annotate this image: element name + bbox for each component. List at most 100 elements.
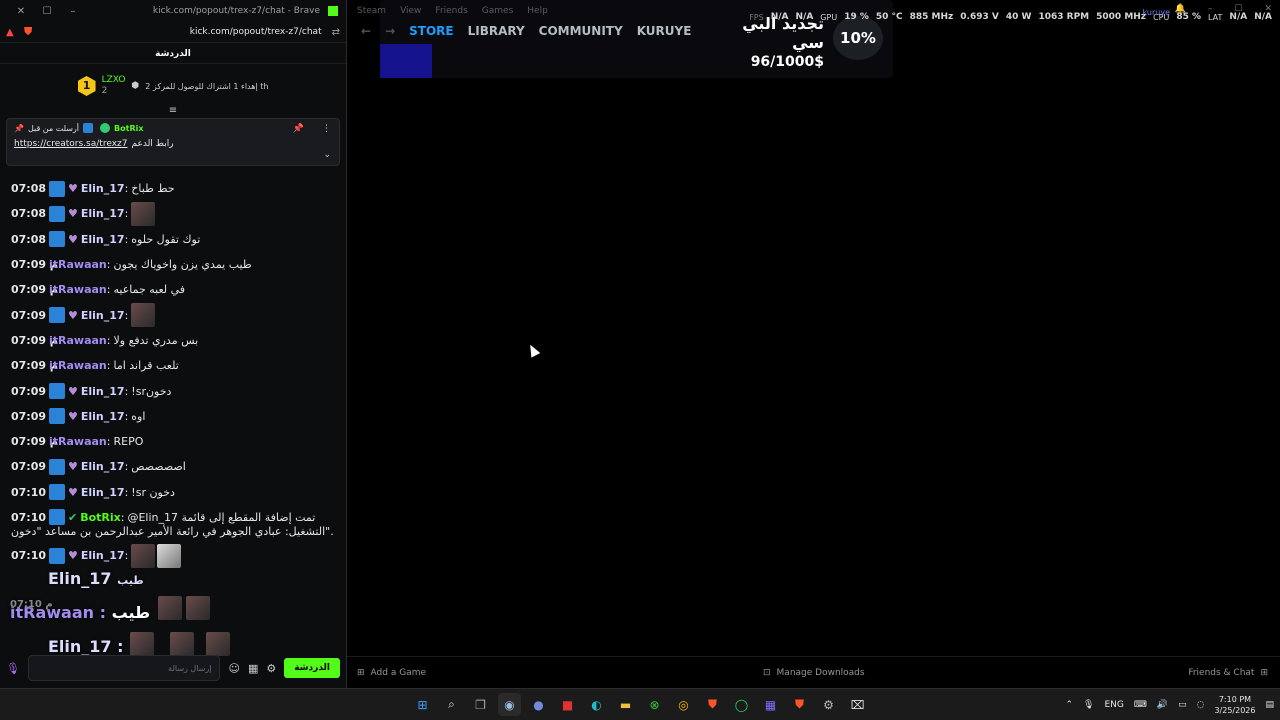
chat-message-list[interactable]: 07:08 م♥Elin_17:حط طباخ07:08 م♥Elin_17:0… xyxy=(0,176,346,626)
collapse-icon[interactable]: ≡ xyxy=(0,104,346,118)
menu-games[interactable]: Games xyxy=(482,6,513,16)
microphone-icon[interactable]: 🎙 xyxy=(1083,700,1094,710)
settings-app-icon[interactable]: ⚙ xyxy=(817,693,840,716)
chrome-icon[interactable]: ◎ xyxy=(672,693,695,716)
chat-message[interactable]: 07:08 م ♥Elin_17:حط طباخ xyxy=(11,176,346,201)
discord-icon[interactable]: ● xyxy=(527,693,550,716)
friends-chat-button[interactable]: Friends & Chat ⊞ xyxy=(1188,668,1268,678)
pinned-bot-name[interactable]: BotRix xyxy=(114,124,143,133)
emote-image[interactable] xyxy=(131,303,156,328)
message-username[interactable]: itRawaan xyxy=(49,283,107,296)
site-settings-icon[interactable]: ⇄ xyxy=(332,27,340,38)
minimize-icon[interactable]: – xyxy=(60,6,86,17)
whatsapp-icon[interactable]: ◯ xyxy=(730,693,753,716)
chat-message[interactable]: 07:08 م ♥Elin_17: xyxy=(11,201,346,226)
pinned-message[interactable]: 📌 أرسلت من قبل BotRix https://creators.s… xyxy=(6,118,340,166)
apps-grid-icon[interactable]: ▦ xyxy=(759,693,782,716)
chat-message[interactable]: 07:10 م ♥Elin_17:!sr دخون xyxy=(11,480,346,505)
capcut-icon[interactable]: ⌧ xyxy=(846,693,869,716)
chat-message[interactable]: 07:09 م itRawaan: تلعب قراند اما xyxy=(11,353,346,378)
chat-message[interactable]: 07:09 م itRawaan: REPO xyxy=(11,429,346,454)
pinned-link[interactable]: https://creators.sa/trexz7 xyxy=(14,139,127,149)
store-icon[interactable]: ▦ xyxy=(248,662,258,675)
leaderboard[interactable]: 1 LZXO 2 ⬢ إهداء 1 اشتراك للوصول للمركز … xyxy=(0,64,346,104)
message-username[interactable]: itRawaan xyxy=(49,334,107,347)
back-arrow-icon[interactable]: ← xyxy=(361,24,371,38)
message-username[interactable]: Elin_17 xyxy=(81,460,125,473)
maximize-icon[interactable]: ☐ xyxy=(34,6,60,17)
emote-image[interactable] xyxy=(157,543,182,568)
chat-message[interactable]: 07:09 م ♥Elin_17:اوه xyxy=(11,404,346,429)
manage-downloads-button[interactable]: ⊡ Manage Downloads xyxy=(763,668,865,678)
message-username[interactable]: Elin_17 xyxy=(81,549,125,562)
menu-view[interactable]: View xyxy=(400,6,421,16)
add-game-button[interactable]: ⊞ Add a Game xyxy=(357,668,426,678)
more-options-icon[interactable]: ⋮ xyxy=(322,124,331,134)
nav-profile[interactable]: KURUYE xyxy=(637,24,692,38)
location-icon[interactable]: ◌ xyxy=(1197,700,1205,710)
emote-image[interactable] xyxy=(131,201,156,226)
brave-window-icon[interactable]: ⛊ xyxy=(788,693,811,716)
gear-icon[interactable]: ⚙ xyxy=(266,662,276,675)
unpin-icon[interactable]: 📌 xyxy=(293,124,304,134)
message-username[interactable]: Elin_17 xyxy=(81,309,125,322)
chevron-down-icon[interactable]: ⌄ xyxy=(323,150,331,160)
message-username[interactable]: BotRix xyxy=(80,511,121,524)
chat-message[interactable]: 07:10 م ✔BotRix:@Elin_17 تمت إضافة المقطع… xyxy=(11,505,346,543)
network-icon[interactable]: ⌨ xyxy=(1134,700,1147,710)
close-icon[interactable]: ✕ xyxy=(8,6,34,17)
notifications-icon[interactable]: ▤ xyxy=(1265,700,1274,710)
chat-message[interactable]: 07:09 م ♥Elin_17:!srدخون xyxy=(11,378,346,403)
volume-icon[interactable]: 🔊 xyxy=(1157,700,1168,710)
chat-message[interactable]: 07:09 م itRawaan: بس مدري تدفع ولا xyxy=(11,328,346,353)
microphone-icon[interactable]: 🎙 xyxy=(6,662,20,675)
system-tray: ⌃ 🎙 ENG ⌨ 🔊 ▭ ◌ 7:10 PM 3/25/2026 ▤ xyxy=(1065,689,1274,720)
message-username[interactable]: Elin_17 xyxy=(81,410,125,423)
video-editor-icon[interactable]: ■ xyxy=(556,693,579,716)
message-username[interactable]: Elin_17 xyxy=(81,182,125,195)
nav-library[interactable]: LIBRARY xyxy=(468,24,525,38)
battery-icon[interactable]: ▭ xyxy=(1178,700,1187,710)
chat-message[interactable]: 07:09 م ♥Elin_17: xyxy=(11,302,346,328)
menu-help[interactable]: Help xyxy=(527,6,548,16)
forward-arrow-icon[interactable]: → xyxy=(385,24,395,38)
file-explorer-icon[interactable]: ▬ xyxy=(614,693,637,716)
steam-icon[interactable]: ◉ xyxy=(498,693,521,716)
chat-send-button[interactable]: الدردشة xyxy=(284,658,340,678)
message-username[interactable]: Elin_17 xyxy=(81,486,125,499)
menu-friends[interactable]: Friends xyxy=(435,6,467,16)
chat-message[interactable]: 07:09 م itRawaan: في لعبه جماعيه xyxy=(11,277,346,302)
clock[interactable]: 7:10 PM 3/25/2026 xyxy=(1214,694,1255,716)
chevron-up-icon[interactable]: ⌃ xyxy=(1065,700,1073,710)
language-indicator[interactable]: ENG xyxy=(1104,700,1123,710)
window-title: kick.com/popout/trex-z7/chat - Brave xyxy=(152,6,320,16)
brave-shield-icon[interactable]: ⛊ xyxy=(24,25,40,39)
emote-image[interactable] xyxy=(131,543,156,568)
message-username[interactable]: Elin_17 xyxy=(81,233,125,246)
message-username[interactable]: itRawaan xyxy=(49,359,107,372)
task-view-icon[interactable]: ❐ xyxy=(469,693,492,716)
xbox-icon[interactable]: ⊗ xyxy=(643,693,666,716)
nav-store[interactable]: STORE xyxy=(409,24,453,38)
subscriber-badge-icon xyxy=(49,307,65,324)
message-username[interactable]: Elin_17 xyxy=(81,207,125,220)
start-icon[interactable]: ⊞ xyxy=(411,693,434,716)
message-text: REPO xyxy=(113,435,144,449)
chat-message[interactable]: 07:08 م ♥Elin_17:توك تقول حلوه xyxy=(11,227,346,252)
emoji-icon[interactable]: ☺ xyxy=(228,662,239,675)
message-username[interactable]: itRawaan xyxy=(49,258,107,271)
chat-message[interactable]: 07:09 م itRawaan: طيب يمدي يزن واخوياك يجو… xyxy=(11,252,346,277)
url-field[interactable]: kick.com/popout/trex-z7/chat xyxy=(40,27,332,37)
brave-icon[interactable]: ⛊ xyxy=(701,693,724,716)
chat-message[interactable]: 07:10 م ♥Elin_17: xyxy=(11,543,346,568)
warning-icon[interactable]: ▲ xyxy=(6,27,24,38)
chat-message[interactable]: 07:09 م ♥Elin_17:اصصصصص xyxy=(11,454,346,479)
edge-icon[interactable]: ◐ xyxy=(585,693,608,716)
chat-input[interactable]: إرسال رسالة xyxy=(27,655,221,681)
search-icon[interactable]: ⌕ xyxy=(440,693,463,716)
menu-steam[interactable]: Steam xyxy=(357,6,386,16)
message-username[interactable]: Elin_17 xyxy=(81,385,125,398)
steam-account-name[interactable]: kuruye xyxy=(1143,8,1170,17)
message-username[interactable]: itRawaan xyxy=(49,435,107,448)
nav-community[interactable]: COMMUNITY xyxy=(539,24,623,38)
